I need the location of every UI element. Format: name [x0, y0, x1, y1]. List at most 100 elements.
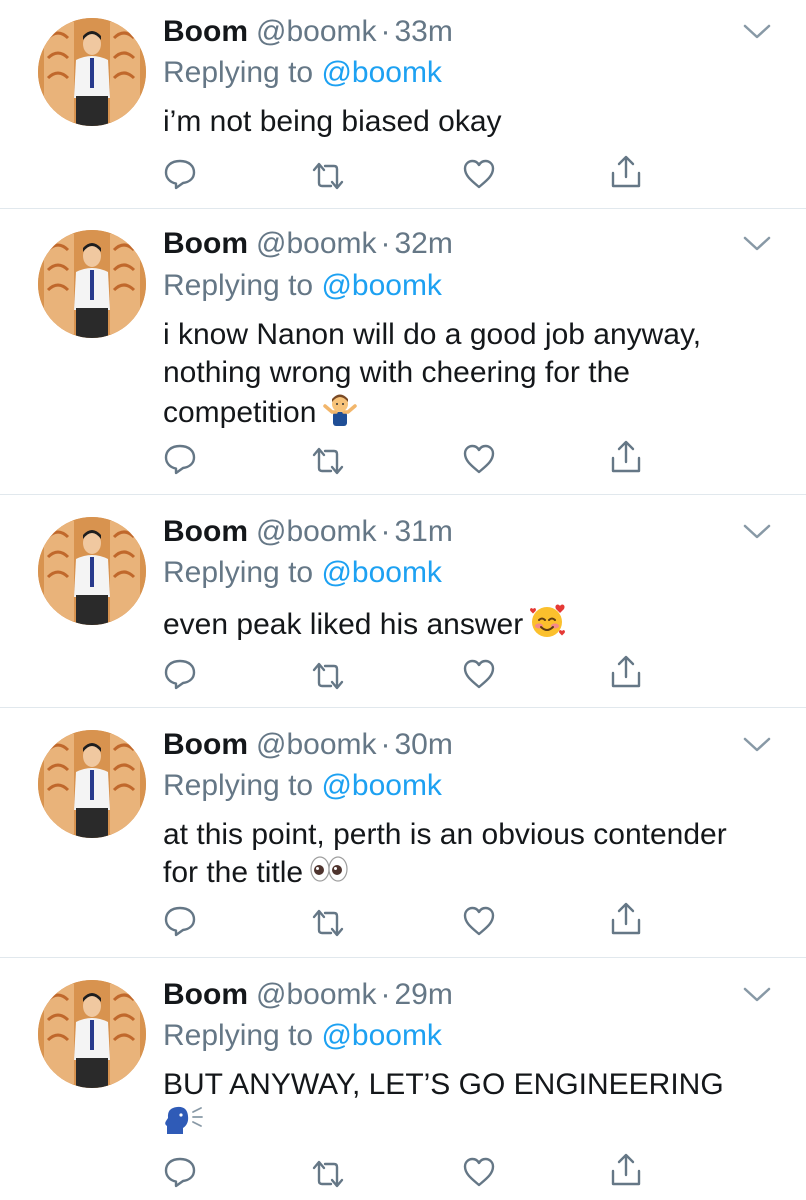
- timestamp[interactable]: 31m: [395, 515, 453, 548]
- share-icon: [611, 655, 641, 688]
- share-button[interactable]: [609, 1153, 643, 1187]
- timestamp[interactable]: 30m: [395, 728, 453, 761]
- reply-icon: [164, 159, 196, 190]
- share-button[interactable]: [609, 655, 643, 689]
- reply-button[interactable]: [163, 1155, 197, 1189]
- reply-button[interactable]: [163, 157, 197, 191]
- replying-to: Replying to @boomk: [163, 1018, 442, 1054]
- author-handle[interactable]: @boomk: [256, 728, 377, 761]
- chevron-down-icon[interactable]: [742, 22, 772, 42]
- retweet-button[interactable]: [311, 906, 345, 940]
- avatar[interactable]: [38, 730, 146, 838]
- replying-to-label: Replying to: [163, 556, 314, 589]
- chevron-down-icon[interactable]: [742, 522, 772, 542]
- like-icon: [463, 659, 495, 689]
- replying-to-link[interactable]: @boomk: [321, 769, 442, 802]
- avatar[interactable]: [38, 517, 146, 625]
- author-name[interactable]: Boom: [163, 227, 248, 260]
- replying-to: Replying to @boomk: [163, 555, 442, 591]
- like-button[interactable]: [462, 442, 496, 476]
- separator-dot: ·: [380, 978, 391, 1011]
- author-name[interactable]: Boom: [163, 515, 248, 548]
- tweet-text-line: BUT ANYWAY, LET’S GO ENGINEERING: [163, 1068, 724, 1101]
- man-shrugging-emoji: [322, 392, 358, 436]
- like-icon: [463, 906, 495, 936]
- divider: [0, 208, 806, 209]
- like-icon: [463, 1157, 495, 1187]
- author-name[interactable]: Boom: [163, 978, 248, 1011]
- timestamp[interactable]: 33m: [395, 15, 453, 48]
- tweet-text: at this point, perth is an obvious conte…: [163, 816, 783, 894]
- chevron-down-icon[interactable]: [742, 234, 772, 254]
- replying-to-label: Replying to: [163, 269, 314, 302]
- author-name[interactable]: Boom: [163, 15, 248, 48]
- share-icon: [611, 1153, 641, 1186]
- reply-button[interactable]: [163, 442, 197, 476]
- like-button[interactable]: [462, 904, 496, 938]
- replying-to-link[interactable]: @boomk: [321, 1019, 442, 1052]
- reply-button[interactable]: [163, 904, 197, 938]
- avatar[interactable]: [38, 18, 146, 126]
- author-handle[interactable]: @boomk: [256, 15, 377, 48]
- tweet-text: even peak liked his answer: [163, 603, 783, 649]
- tweet-text-line: competition: [163, 395, 317, 429]
- like-icon: [463, 159, 495, 189]
- replying-to: Replying to @boomk: [163, 268, 442, 304]
- retweet-icon: [312, 1160, 344, 1188]
- chevron-down-icon[interactable]: [742, 735, 772, 755]
- like-icon: [463, 444, 495, 474]
- timestamp[interactable]: 32m: [395, 227, 453, 260]
- retweet-button[interactable]: [311, 444, 345, 478]
- reply-button[interactable]: [163, 657, 197, 691]
- replying-to: Replying to @boomk: [163, 768, 442, 804]
- divider: [0, 957, 806, 958]
- replying-to-label: Replying to: [163, 1019, 314, 1052]
- share-icon: [611, 440, 641, 473]
- chevron-down-icon[interactable]: [742, 985, 772, 1005]
- replying-to-link[interactable]: @boomk: [321, 56, 442, 89]
- timestamp[interactable]: 29m: [395, 978, 453, 1011]
- retweet-icon: [312, 909, 344, 937]
- author-handle[interactable]: @boomk: [256, 227, 377, 260]
- retweet-button[interactable]: [311, 659, 345, 693]
- divider: [0, 707, 806, 708]
- tweet-text-line: i’m not being biased okay: [163, 105, 502, 138]
- share-icon: [611, 902, 641, 935]
- replying-to-label: Replying to: [163, 56, 314, 89]
- author-handle[interactable]: @boomk: [256, 978, 377, 1011]
- like-button[interactable]: [462, 1155, 496, 1189]
- separator-dot: ·: [380, 227, 391, 260]
- separator-dot: ·: [380, 515, 391, 548]
- tweet-text-line: for the title: [163, 856, 304, 889]
- author-handle[interactable]: @boomk: [256, 515, 377, 548]
- like-button[interactable]: [462, 657, 496, 691]
- retweet-button[interactable]: [311, 159, 345, 193]
- retweet-button[interactable]: [311, 1157, 345, 1191]
- eyes-emoji: [309, 854, 349, 894]
- like-button[interactable]: [462, 157, 496, 191]
- share-icon: [611, 155, 641, 188]
- replying-to-link[interactable]: @boomk: [321, 556, 442, 589]
- tweet-text-line: nothing wrong with cheering for the: [163, 356, 630, 389]
- tweet-text: i know Nanon will do a good job anyway, …: [163, 316, 783, 436]
- share-button[interactable]: [609, 155, 643, 189]
- share-button[interactable]: [609, 902, 643, 936]
- smiling-face-with-hearts-emoji: [529, 603, 567, 649]
- reply-icon: [164, 1157, 196, 1188]
- tweet-text-line: i know Nanon will do a good job anyway,: [163, 318, 702, 351]
- share-button[interactable]: [609, 440, 643, 474]
- avatar[interactable]: [38, 980, 146, 1088]
- replying-to-link[interactable]: @boomk: [321, 269, 442, 302]
- speaking-head-emoji: [163, 1104, 203, 1148]
- tweet-text: i’m not being biased okay: [163, 103, 783, 141]
- retweet-icon: [312, 447, 344, 475]
- divider: [0, 494, 806, 495]
- replying-to: Replying to @boomk: [163, 55, 442, 91]
- author-name[interactable]: Boom: [163, 728, 248, 761]
- reply-icon: [164, 906, 196, 937]
- reply-icon: [164, 444, 196, 475]
- replying-to-label: Replying to: [163, 769, 314, 802]
- tweet-text-line: even peak liked his answer: [163, 607, 524, 641]
- tweet-text: BUT ANYWAY, LET’S GO ENGINEERING: [163, 1066, 783, 1148]
- avatar[interactable]: [38, 230, 146, 338]
